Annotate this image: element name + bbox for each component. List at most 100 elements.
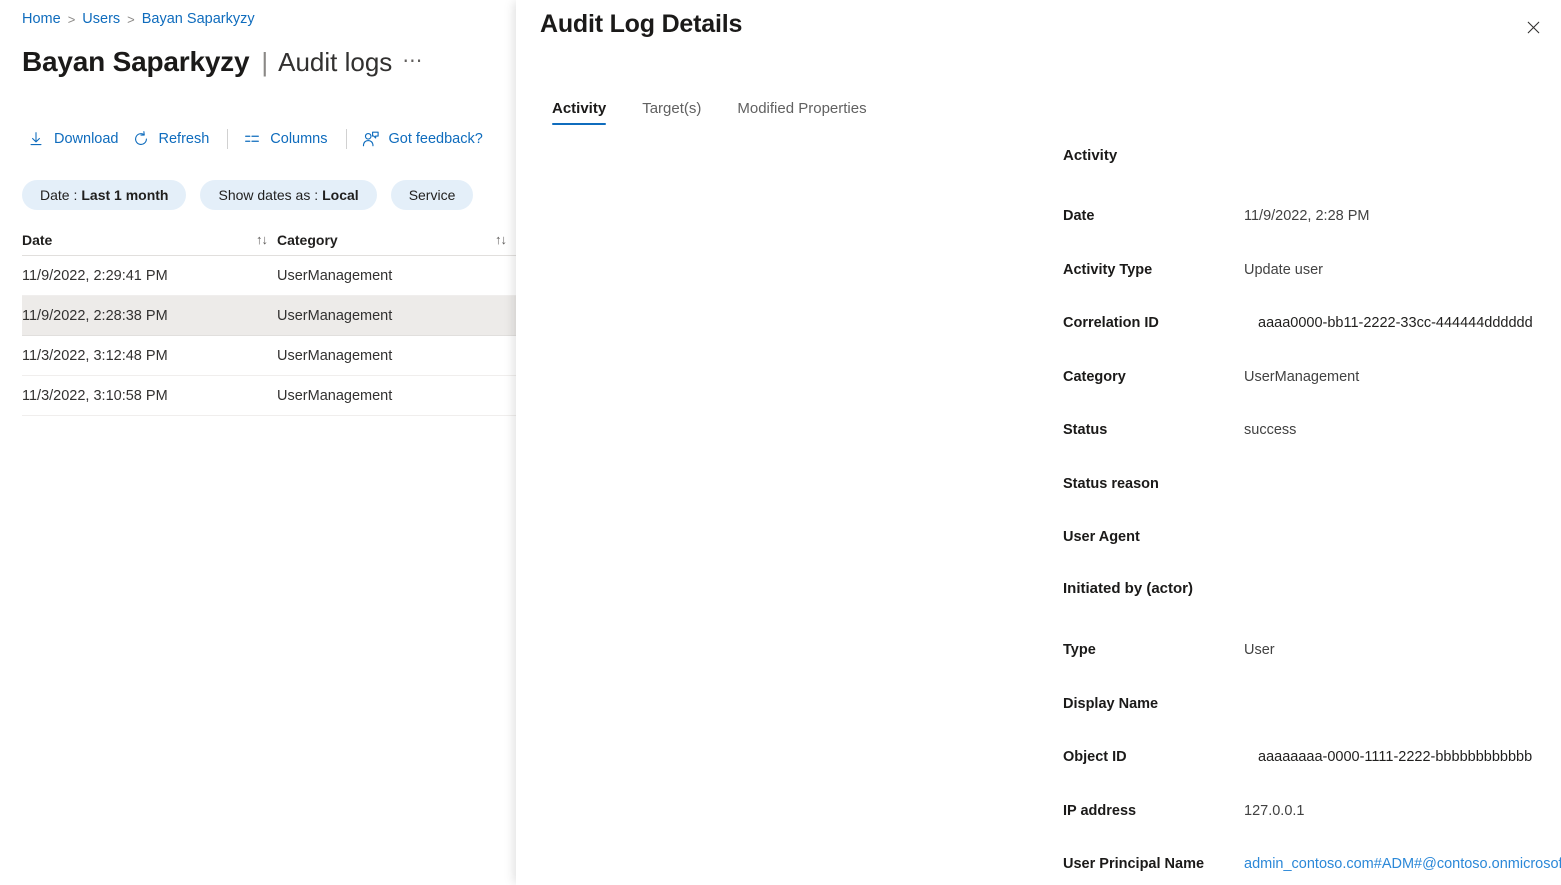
table-row[interactable]: 11/9/2022, 2:29:41 PM UserManagement [22, 256, 516, 296]
breadcrumb-item-user[interactable]: Bayan Saparkyzy [142, 11, 255, 27]
column-header-category[interactable]: Category ↑↓ [277, 224, 516, 255]
field-category-label: Category [1063, 367, 1244, 387]
got-feedback-label: Got feedback? [389, 131, 483, 147]
download-button[interactable]: Download [22, 124, 127, 154]
field-status-reason: Status reason [1063, 474, 1561, 528]
columns-icon [242, 129, 262, 149]
field-type-label: Type [1063, 640, 1244, 660]
filter-pill-date[interactable]: Date : Last 1 month [22, 180, 186, 210]
field-status: Status success [1063, 420, 1561, 474]
page-title-section: Audit logs [278, 47, 392, 78]
page-title-user: Bayan Saparkyzy [22, 46, 249, 78]
columns-button[interactable]: Columns [238, 124, 335, 154]
table-header-row: Date ↑↓ Category ↑↓ [22, 224, 516, 256]
column-header-date[interactable]: Date ↑↓ [22, 224, 277, 255]
app-root: Home > Users > Bayan Saparkyzy Bayan Sap… [0, 0, 1561, 885]
field-date: Date 11/9/2022, 2:28 PM [1063, 206, 1561, 260]
field-user-principal-name: User Principal Name admin_contoso.com#AD… [1063, 854, 1561, 885]
filter-pill-date-value: Last 1 month [81, 187, 168, 203]
actor-field-list: Type User Display Name Object ID aaaaaaa… [1063, 640, 1561, 885]
field-date-value: 11/9/2022, 2:28 PM [1244, 206, 1370, 226]
command-bar-divider [227, 129, 228, 149]
refresh-button[interactable]: Refresh [127, 124, 218, 154]
filter-pill-service[interactable]: Service [391, 180, 474, 210]
cell-category: UserManagement [277, 388, 516, 404]
field-type-value: User [1244, 640, 1275, 660]
cell-date: 11/9/2022, 2:29:41 PM [22, 268, 277, 284]
field-display-name: Display Name [1063, 694, 1561, 748]
field-activity-type: Activity Type Update user [1063, 260, 1561, 314]
breadcrumb-separator: > [68, 12, 76, 27]
sort-arrows-icon[interactable]: ↑↓ [495, 232, 506, 247]
field-category: Category UserManagement [1063, 367, 1561, 421]
section-heading-initiated-by: Initiated by (actor) [1063, 580, 1193, 597]
panel-title: Audit Log Details [540, 10, 742, 39]
field-ip-address-label: IP address [1063, 801, 1244, 821]
field-status-label: Status [1063, 420, 1244, 440]
got-feedback-button[interactable]: Got feedback? [357, 124, 491, 154]
feedback-icon [361, 129, 381, 149]
download-label: Download [54, 131, 119, 147]
breadcrumb: Home > Users > Bayan Saparkyzy [22, 11, 255, 27]
page-more-menu-button[interactable]: ⋯ [402, 48, 423, 73]
download-icon [26, 129, 46, 149]
filter-pill-show-dates-as[interactable]: Show dates as : Local [200, 180, 376, 210]
audit-logs-blade: Home > Users > Bayan Saparkyzy Bayan Sap… [0, 0, 516, 885]
section-heading-activity: Activity [1063, 147, 1117, 164]
cell-date: 11/3/2022, 3:12:48 PM [22, 348, 277, 364]
cell-category: UserManagement [277, 348, 516, 364]
field-type: Type User [1063, 640, 1561, 694]
filter-pill-date-prefix: Date : [40, 187, 77, 203]
refresh-label: Refresh [159, 131, 210, 147]
field-category-value: UserManagement [1244, 367, 1359, 387]
breadcrumb-item-users[interactable]: Users [82, 11, 120, 27]
table-row[interactable]: 11/9/2022, 2:28:38 PM UserManagement [22, 296, 516, 336]
field-user-principal-name-label: User Principal Name [1063, 854, 1244, 874]
field-correlation-id-value: aaaa0000-bb11-2222-33cc-444444dddddd [1244, 313, 1533, 333]
breadcrumb-item-home[interactable]: Home [22, 11, 61, 27]
audit-log-details-panel: Audit Log Details Activity Target(s) Mod… [516, 0, 1561, 885]
audit-logs-table: Date ↑↓ Category ↑↓ 11/9/2022, 2:29:41 P… [22, 224, 516, 416]
sort-arrows-icon[interactable]: ↑↓ [256, 232, 267, 247]
field-ip-address: IP address 127.0.0.1 [1063, 801, 1561, 855]
activity-field-list: Date 11/9/2022, 2:28 PM Activity Type Up… [1063, 206, 1561, 581]
field-correlation-id-label: Correlation ID [1063, 313, 1244, 333]
column-header-date-label: Date [22, 232, 52, 248]
field-user-agent-label: User Agent [1063, 527, 1244, 547]
table-row[interactable]: 11/3/2022, 3:10:58 PM UserManagement [22, 376, 516, 416]
cell-category: UserManagement [277, 268, 516, 284]
tab-modified-properties[interactable]: Modified Properties [719, 100, 884, 125]
command-bar-divider [346, 129, 347, 149]
tab-modified-properties-label: Modified Properties [737, 100, 866, 117]
tab-activity[interactable]: Activity [538, 100, 624, 125]
field-object-id-value: aaaaaaaa-0000-1111-2222-bbbbbbbbbbbb [1244, 747, 1532, 767]
field-user-agent: User Agent [1063, 527, 1561, 581]
field-status-value: success [1244, 420, 1296, 440]
close-icon [1526, 20, 1541, 40]
page-title: Bayan Saparkyzy | Audit logs ⋯ [22, 46, 423, 78]
filter-pill-show-dates-as-value: Local [322, 187, 359, 203]
cell-date: 11/9/2022, 2:28:38 PM [22, 308, 277, 324]
filter-pill-bar: Date : Last 1 month Show dates as : Loca… [22, 180, 473, 210]
close-button[interactable] [1515, 12, 1551, 48]
table-row[interactable]: 11/3/2022, 3:12:48 PM UserManagement [22, 336, 516, 376]
tab-targets-label: Target(s) [642, 100, 701, 117]
refresh-icon [131, 129, 151, 149]
panel-tabs: Activity Target(s) Modified Properties [538, 100, 885, 125]
field-status-reason-label: Status reason [1063, 474, 1244, 494]
filter-pill-show-dates-as-prefix: Show dates as : [218, 187, 318, 203]
columns-label: Columns [270, 131, 327, 147]
column-header-category-label: Category [277, 232, 338, 248]
cell-category: UserManagement [277, 308, 516, 324]
tab-targets[interactable]: Target(s) [624, 100, 719, 125]
field-correlation-id: Correlation ID aaaa0000-bb11-2222-33cc-4… [1063, 313, 1561, 367]
breadcrumb-separator: > [127, 12, 135, 27]
tab-activity-label: Activity [552, 100, 606, 117]
filter-pill-service-prefix: Service [409, 187, 456, 203]
command-bar: Download Refresh [22, 123, 491, 155]
field-display-name-label: Display Name [1063, 694, 1244, 714]
field-object-id-label: Object ID [1063, 747, 1244, 767]
field-activity-type-label: Activity Type [1063, 260, 1244, 280]
field-user-principal-name-value[interactable]: admin_contoso.com#ADM#@contoso.onmicroso… [1244, 854, 1561, 874]
field-object-id: Object ID aaaaaaaa-0000-1111-2222-bbbbbb… [1063, 747, 1561, 801]
